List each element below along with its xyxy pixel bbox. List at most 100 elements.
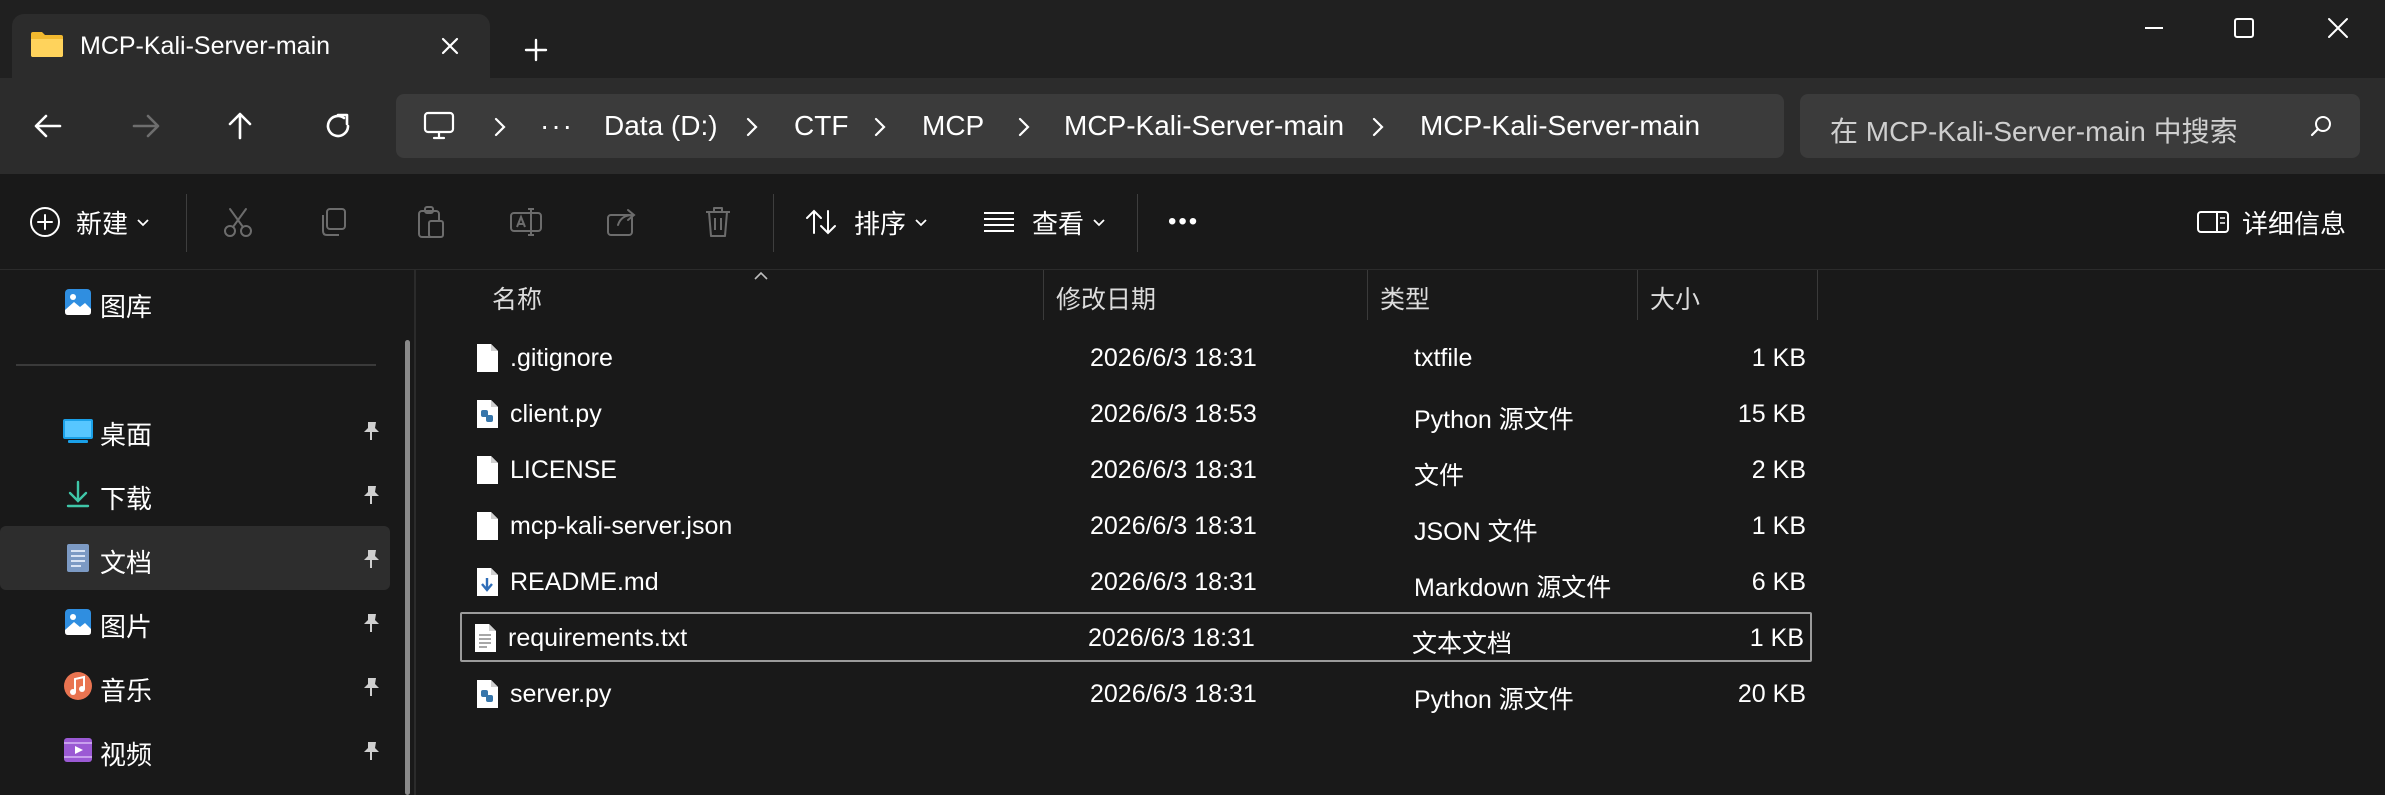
share-button[interactable]	[603, 196, 641, 248]
paste-button[interactable]	[411, 196, 449, 248]
sidebar-item-videos[interactable]: 视频	[0, 718, 390, 782]
sort-button[interactable]: 排序	[802, 196, 928, 248]
file-row[interactable]: .gitignore 2026/6/3 18:31 txtfile 1 KB	[462, 332, 1814, 382]
file-type: txtfile	[1414, 344, 1473, 372]
close-tab-icon[interactable]	[432, 28, 468, 64]
more-options-icon: •••	[1168, 208, 1200, 235]
file-size: 1 KB	[1751, 344, 1806, 372]
copy-button[interactable]	[315, 196, 353, 248]
chevron-right-icon[interactable]	[870, 114, 890, 140]
python-file-icon	[477, 400, 498, 428]
file-type: Markdown 源文件	[1414, 574, 1612, 602]
address-row: ··· Data (D:) CTF MCP MCP-Kali-Server-ma…	[0, 78, 2385, 174]
tab-mcp-kali-server-main[interactable]: MCP-Kali-Server-main	[12, 14, 490, 78]
new-tab-icon[interactable]	[516, 30, 556, 70]
tab-title: MCP-Kali-Server-main	[80, 32, 331, 60]
delete-button[interactable]	[699, 196, 737, 248]
file-modified: 2026/6/3 18:31	[1090, 344, 1257, 372]
column-header-size[interactable]: 大小	[1638, 270, 1818, 320]
maximize-icon[interactable]	[2214, 8, 2274, 48]
file-row[interactable]: client.py 2026/6/3 18:53 Python 源文件 15 K…	[462, 388, 1814, 438]
refresh-icon[interactable]	[314, 102, 362, 150]
back-arrow-icon[interactable]	[24, 102, 72, 150]
sort-icon	[806, 209, 836, 235]
pin-icon[interactable]	[360, 484, 382, 506]
search-icon[interactable]	[2308, 112, 2336, 140]
more-options-button[interactable]: •••	[1168, 196, 1199, 248]
pin-icon[interactable]	[360, 612, 382, 634]
sidebar-item-downloads[interactable]: 下载	[0, 462, 390, 526]
chevron-right-icon[interactable]	[1368, 114, 1388, 140]
breadcrumb-overflow[interactable]: ···	[540, 110, 574, 142]
pin-icon[interactable]	[360, 740, 382, 762]
chevron-down-icon	[915, 219, 927, 227]
music-icon	[64, 672, 92, 700]
breadcrumb-mcp-kali-server-main[interactable]: MCP-Kali-Server-main	[1064, 110, 1344, 142]
sidebar-item-gallery[interactable]: 图库	[0, 270, 390, 334]
column-header-label: 名称	[492, 286, 543, 314]
computer-icon[interactable]	[422, 110, 456, 142]
sidebar-item-desktop[interactable]: 桌面	[0, 398, 390, 462]
file-row[interactable]: mcp-kali-server.json 2026/6/3 18:31 JSON…	[462, 500, 1814, 550]
search-input[interactable]: 在 MCP-Kali-Server-main 中搜索	[1800, 94, 2360, 158]
file-size: 20 KB	[1737, 680, 1806, 708]
sidebar-scrollbar[interactable]	[405, 340, 410, 795]
file-type: 文本文档	[1412, 630, 1513, 658]
pictures-icon	[65, 609, 91, 635]
file-type: Python 源文件	[1414, 686, 1574, 714]
file-row[interactable]: server.py 2026/6/3 18:31 Python 源文件 20 K…	[462, 668, 1814, 718]
file-row[interactable]: README.md 2026/6/3 18:31 Markdown 源文件 6 …	[462, 556, 1814, 606]
file-type: Python 源文件	[1414, 406, 1574, 434]
file-row-selected[interactable]: requirements.txt 2026/6/3 18:31 文本文档 1 K…	[460, 612, 1812, 662]
sidebar-item-documents[interactable]: 文档	[0, 526, 390, 590]
pin-icon[interactable]	[360, 420, 382, 442]
breadcrumb-data-drive[interactable]: Data (D:)	[604, 110, 718, 142]
column-header-modified[interactable]: 修改日期	[1044, 270, 1368, 320]
title-bar: MCP-Kali-Server-main	[0, 0, 2385, 78]
new-button-label: 新建	[76, 208, 129, 239]
gallery-icon	[65, 289, 91, 315]
file-name: README.md	[510, 568, 659, 596]
file-type: 文件	[1414, 462, 1465, 490]
column-header-type[interactable]: 类型	[1368, 270, 1638, 320]
new-button[interactable]: 新建	[26, 196, 150, 248]
rename-button[interactable]	[507, 196, 545, 248]
breadcrumb-mcp[interactable]: MCP	[922, 110, 984, 142]
sidebar-item-pictures[interactable]: 图片	[0, 590, 390, 654]
forward-arrow-icon[interactable]	[122, 102, 170, 150]
breadcrumb-current-folder[interactable]: MCP-Kali-Server-main	[1420, 110, 1700, 142]
chevron-right-icon[interactable]	[490, 114, 510, 140]
minimize-icon[interactable]	[2124, 8, 2184, 48]
file-explorer-window: MCP-Kali-Server-main ··· Data (D:) CTF M…	[0, 0, 2385, 795]
pin-icon[interactable]	[360, 676, 382, 698]
sidebar-item-label: 下载	[100, 484, 153, 514]
column-header-name[interactable]: 名称	[432, 270, 1044, 320]
address-bar[interactable]: ··· Data (D:) CTF MCP MCP-Kali-Server-ma…	[396, 94, 1784, 158]
view-button-label: 查看	[1032, 208, 1085, 239]
close-window-icon[interactable]	[2308, 8, 2368, 48]
file-row[interactable]: LICENSE 2026/6/3 18:31 文件 2 KB	[462, 444, 1814, 494]
file-modified: 2026/6/3 18:31	[1090, 512, 1257, 540]
share-icon	[607, 209, 636, 236]
chevron-right-icon[interactable]	[1014, 114, 1034, 140]
file-size: 1 KB	[1749, 624, 1804, 652]
column-header-label: 大小	[1650, 286, 1701, 314]
file-modified: 2026/6/3 18:31	[1090, 680, 1257, 708]
sidebar-item-music[interactable]: 音乐	[0, 654, 390, 718]
file-size: 2 KB	[1751, 456, 1806, 484]
sort-button-label: 排序	[854, 208, 907, 239]
download-icon	[66, 480, 90, 508]
file-modified: 2026/6/3 18:31	[1090, 456, 1257, 484]
file-name: mcp-kali-server.json	[510, 512, 733, 540]
cut-button[interactable]	[219, 196, 257, 248]
chevron-right-icon[interactable]	[742, 114, 762, 140]
file-list: 名称 修改日期 类型 大小 .gitignore 2026/6/3 18:31 …	[432, 270, 2385, 795]
details-pane-button[interactable]: 详细信息	[2194, 196, 2346, 248]
pin-icon[interactable]	[360, 548, 382, 570]
blank-file-icon	[477, 512, 498, 540]
file-modified: 2026/6/3 18:31	[1088, 624, 1255, 652]
up-arrow-icon[interactable]	[216, 102, 264, 150]
view-button[interactable]: 查看	[980, 196, 1106, 248]
sidebar-item-label: 音乐	[100, 676, 153, 706]
breadcrumb-ctf[interactable]: CTF	[794, 110, 848, 142]
